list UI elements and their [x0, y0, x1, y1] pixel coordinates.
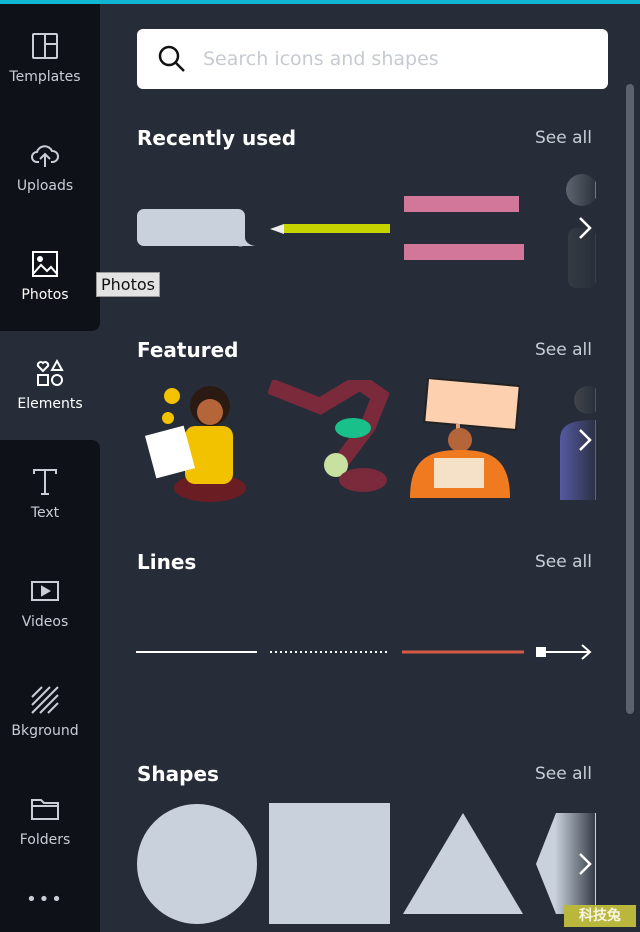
- sidebar-item-label: Uploads: [16, 178, 74, 194]
- text-icon: [33, 469, 57, 495]
- section-title-lines: Lines: [137, 550, 197, 574]
- sidebar-item-photos[interactable]: Photos: [0, 222, 90, 330]
- tooltip: Photos: [96, 272, 160, 297]
- sidebar-item-background[interactable]: Bkground: [0, 658, 90, 766]
- see-all-shapes[interactable]: See all: [535, 764, 592, 784]
- sidebar: Templates Uploads Photos Elements Text V…: [0, 4, 100, 932]
- more-button[interactable]: •••: [0, 884, 90, 914]
- scrollbar[interactable]: [626, 84, 634, 714]
- woman-with-phone-illustration[interactable]: [140, 378, 250, 502]
- shapes-row: [137, 803, 596, 924]
- folder-icon: [31, 799, 59, 820]
- watermark: 科技兔: [564, 905, 636, 927]
- video-icon: [31, 581, 59, 601]
- lines-row: [136, 644, 592, 660]
- circle-shape: [137, 804, 257, 924]
- search-input[interactable]: Search icons and shapes: [137, 29, 608, 89]
- search-icon: [158, 45, 185, 72]
- see-all-lines[interactable]: See all: [535, 552, 592, 572]
- pink-brush-strokes[interactable]: [402, 192, 526, 266]
- speech-bubble-shape[interactable]: [136, 208, 258, 248]
- section-title-recently-used: Recently used: [137, 126, 297, 150]
- shapes-icon: [36, 358, 64, 386]
- section-title-featured: Featured: [137, 338, 239, 362]
- chevron-right-icon[interactable]: [572, 208, 598, 248]
- hatch-icon: [31, 686, 59, 714]
- image-icon: [32, 251, 58, 277]
- sidebar-item-label: Text: [30, 505, 60, 521]
- pencil-line[interactable]: [268, 222, 392, 236]
- sidebar-item-folders[interactable]: Folders: [0, 767, 90, 875]
- chevron-right-icon[interactable]: [572, 844, 598, 884]
- search-placeholder: Search icons and shapes: [203, 48, 439, 70]
- section-title-shapes: Shapes: [137, 762, 219, 786]
- see-all-featured[interactable]: See all: [535, 340, 592, 360]
- sidebar-item-label: Photos: [21, 287, 69, 303]
- sidebar-item-label: Templates: [9, 69, 81, 85]
- sidebar-item-label: Folders: [19, 832, 71, 848]
- sidebar-item-label: Elements: [17, 396, 83, 412]
- sidebar-item-label: Bkground: [11, 723, 79, 739]
- sidebar-item-uploads[interactable]: Uploads: [0, 113, 90, 221]
- arrow-line: [536, 647, 546, 657]
- square-shape: [269, 803, 390, 924]
- protester-sign-illustration[interactable]: [404, 378, 520, 502]
- sidebar-item-videos[interactable]: Videos: [0, 549, 90, 657]
- upload-cloud-icon: [31, 145, 59, 167]
- sidebar-item-templates[interactable]: Templates: [0, 4, 90, 112]
- triangle-shape: [403, 813, 523, 914]
- templates-icon: [32, 33, 58, 59]
- sidebar-item-text[interactable]: Text: [0, 440, 90, 548]
- sidebar-item-label: Videos: [21, 614, 69, 630]
- see-all-recently-used[interactable]: See all: [535, 128, 592, 148]
- yoga-pose-illustration[interactable]: [268, 380, 392, 498]
- sidebar-item-elements[interactable]: Elements: [0, 331, 100, 439]
- chevron-right-icon[interactable]: [572, 420, 598, 460]
